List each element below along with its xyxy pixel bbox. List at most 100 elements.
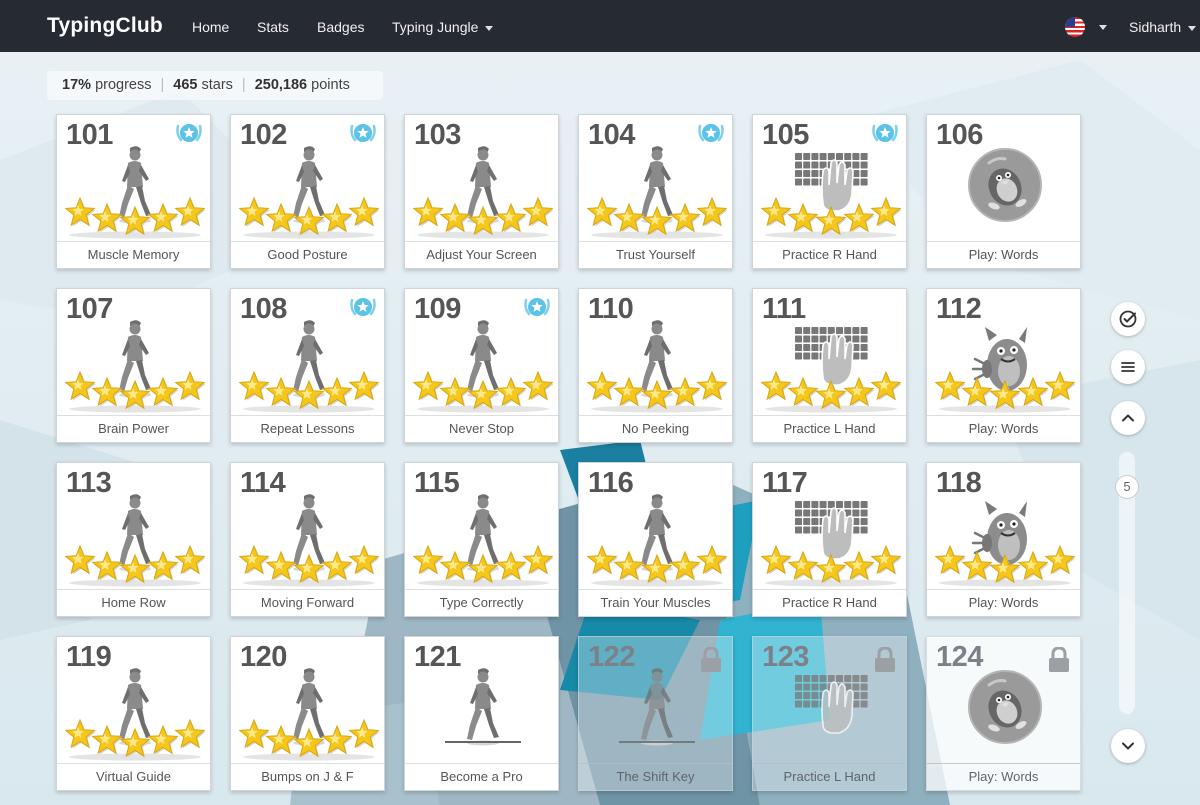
lesson-title: Practice L Hand — [753, 415, 906, 442]
lesson-card[interactable]: 103 Adjust Your Screen — [404, 114, 559, 269]
star-rating — [64, 539, 206, 587]
nav-stats-link[interactable]: Stats — [257, 19, 289, 35]
lesson-title: Virtual Guide — [57, 763, 210, 790]
star-rating — [586, 539, 728, 587]
walking-person-line-icon — [619, 667, 695, 747]
lesson-card: 123 Practice L Hand — [752, 636, 907, 791]
lesson-title: Never Stop — [405, 415, 558, 442]
nav-typing-jungle-label: Typing Jungle — [392, 19, 479, 35]
stars-count: 465 — [173, 77, 198, 93]
star-rating — [934, 539, 1076, 587]
lesson-card[interactable]: 118 Play: Words — [926, 462, 1081, 617]
star-rating — [412, 539, 554, 587]
lesson-title: Become a Pro — [405, 763, 558, 790]
keyboard-hand-icon — [793, 667, 869, 747]
scroll-up-button[interactable] — [1111, 401, 1145, 435]
lesson-card[interactable]: 101 Muscle Memory — [56, 114, 211, 269]
badge-icon — [175, 120, 203, 146]
star-rating — [586, 191, 728, 239]
lesson-title: Play: Words — [927, 415, 1080, 442]
progress-percent: 17% — [62, 77, 92, 93]
badge-icon — [349, 294, 377, 320]
star-rating — [238, 365, 380, 413]
us-flag-icon[interactable] — [1065, 17, 1085, 37]
lesson-card[interactable]: 109 Never Stop — [404, 288, 559, 443]
walking-person-line-icon — [445, 667, 521, 747]
lesson-title: Adjust Your Screen — [405, 241, 558, 268]
lesson-card[interactable]: 121 Become a Pro — [404, 636, 559, 791]
page-indicator[interactable]: 5 — [1115, 475, 1139, 499]
lesson-title: Trust Yourself — [579, 241, 732, 268]
star-rating — [760, 539, 902, 587]
stars-label: stars — [201, 77, 233, 93]
star-rating — [64, 713, 206, 761]
star-rating — [586, 365, 728, 413]
menu-icon — [1121, 362, 1135, 372]
lock-icon — [700, 646, 722, 673]
lesson-card[interactable]: 107 Brain Power — [56, 288, 211, 443]
lesson-title: Home Row — [57, 589, 210, 616]
points-label: points — [311, 77, 350, 93]
lesson-card[interactable]: 114 Moving Forward — [230, 462, 385, 617]
lesson-card[interactable]: 111 Practice L Hand — [752, 288, 907, 443]
lesson-card: 124 Play: Words — [926, 636, 1081, 791]
star-rating — [238, 191, 380, 239]
lesson-title: Practice R Hand — [753, 241, 906, 268]
lesson-card[interactable]: 116 Train Your Muscles — [578, 462, 733, 617]
scroll-down-button[interactable] — [1111, 729, 1145, 763]
top-navbar: TypingClub Home Stats Badges Typing Jung… — [0, 0, 1200, 52]
lesson-title: No Peeking — [579, 415, 732, 442]
badge-icon — [871, 120, 899, 146]
user-menu[interactable]: Sidharth — [1129, 19, 1197, 35]
lesson-card[interactable]: 108 Repeat Lessons — [230, 288, 385, 443]
lesson-card[interactable]: 117 Practice R Hand — [752, 462, 907, 617]
lesson-title: Moving Forward — [231, 589, 384, 616]
lesson-title: Play: Words — [927, 241, 1080, 268]
chevron-down-icon[interactable] — [1099, 25, 1107, 30]
badge-icon — [349, 120, 377, 146]
lesson-card[interactable]: 105 Practice R Hand — [752, 114, 907, 269]
lesson-title: The Shift Key — [579, 763, 732, 790]
points-count: 250,186 — [254, 77, 308, 93]
star-rating — [412, 365, 554, 413]
menu-button[interactable] — [1111, 350, 1145, 384]
badge-icon — [523, 294, 551, 320]
star-rating — [64, 191, 206, 239]
lesson-title: Type Correctly — [405, 589, 558, 616]
lock-icon — [874, 646, 896, 673]
brand-logo[interactable]: TypingClub — [47, 14, 163, 38]
progress-summary: 17% progress | 465 stars | 250,186 points — [47, 71, 383, 100]
nav-home-link[interactable]: Home — [192, 19, 229, 35]
lesson-card: 122 The Shift Key — [578, 636, 733, 791]
lesson-title: Brain Power — [57, 415, 210, 442]
nav-typing-jungle-dropdown[interactable]: Typing Jungle — [392, 19, 494, 35]
penguin-ball-icon — [967, 145, 1043, 225]
lesson-card[interactable]: 113 Home Row — [56, 462, 211, 617]
lock-icon — [1048, 646, 1070, 673]
lesson-card[interactable]: 120 Bumps on J & F — [230, 636, 385, 791]
lesson-card[interactable]: 119 Virtual Guide — [56, 636, 211, 791]
check-circle-button[interactable] — [1111, 302, 1145, 336]
lesson-card[interactable]: 110 No Peeking — [578, 288, 733, 443]
chevron-up-icon — [1122, 414, 1134, 422]
star-rating — [64, 365, 206, 413]
chevron-down-icon — [485, 25, 494, 31]
nav-badges-link[interactable]: Badges — [317, 19, 364, 35]
star-rating — [760, 191, 902, 239]
lesson-title: Repeat Lessons — [231, 415, 384, 442]
lesson-title: Play: Words — [927, 589, 1080, 616]
lesson-card[interactable]: 115 Type Correctly — [404, 462, 559, 617]
check-circle-icon — [1119, 310, 1137, 328]
chevron-down-icon — [1122, 742, 1134, 750]
lesson-card[interactable]: 112 Play: Words — [926, 288, 1081, 443]
star-rating — [934, 365, 1076, 413]
star-rating — [238, 713, 380, 761]
lesson-title: Train Your Muscles — [579, 589, 732, 616]
lesson-card[interactable]: 102 Good Posture — [230, 114, 385, 269]
lesson-title: Muscle Memory — [57, 241, 210, 268]
lesson-title: Good Posture — [231, 241, 384, 268]
lesson-title: Practice L Hand — [753, 763, 906, 790]
lesson-title: Practice R Hand — [753, 589, 906, 616]
lesson-card[interactable]: 106 Play: Words — [926, 114, 1081, 269]
lesson-card[interactable]: 104 Trust Yourself — [578, 114, 733, 269]
